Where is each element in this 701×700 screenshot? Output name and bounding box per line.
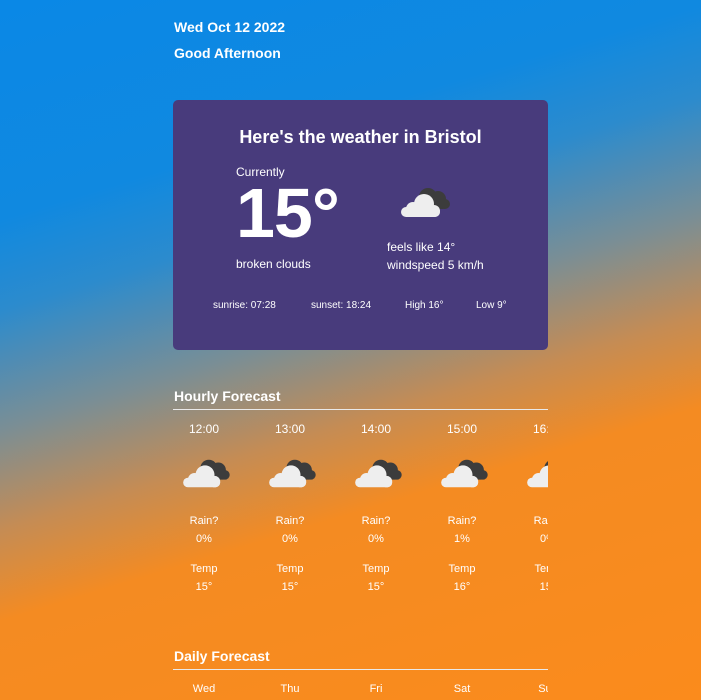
rain-label: Rain? (533, 515, 548, 527)
rain-label: Rain? (275, 515, 305, 527)
hourly-divider (173, 409, 548, 410)
broken-clouds-icon (269, 459, 316, 488)
current-weather-title: Here's the weather in Bristol (239, 127, 482, 147)
temp-value: 15° (539, 581, 548, 593)
daily-forecast-strip[interactable]: Wed Thu Fri Sat Sun (173, 683, 548, 700)
temp-label: Temp (448, 563, 476, 575)
temp-label: Temp (190, 563, 218, 575)
temp-value: 15° (281, 581, 299, 593)
temp-label: Temp (276, 563, 304, 575)
low-temp-label: Low 9° (476, 300, 507, 311)
current-temperature: 15° (236, 174, 340, 252)
daily-item: Fri (369, 683, 383, 695)
temp-value: 15° (195, 581, 213, 593)
broken-clouds-icon (441, 459, 488, 488)
temp-value: 15° (367, 581, 385, 593)
rain-value: 0% (368, 533, 384, 545)
broken-clouds-icon (401, 188, 450, 217)
temp-label: Temp (362, 563, 390, 575)
hour-time: 13:00 (274, 422, 306, 436)
greeting-label: Good Afternoon (174, 45, 281, 61)
high-temp-label: High 16° (405, 300, 444, 311)
rain-label: Rain? (189, 515, 219, 527)
rain-value: 1% (454, 533, 470, 545)
hour-time: 15:00 (446, 422, 478, 436)
daily-item: Sun (538, 683, 548, 695)
rain-label: Rain? (361, 515, 391, 527)
daily-item: Thu (280, 683, 300, 695)
broken-clouds-icon (527, 461, 548, 488)
rain-value: 0% (282, 533, 298, 545)
daily-forecast-title: Daily Forecast (174, 648, 270, 664)
broken-clouds-icon (183, 459, 230, 488)
temp-label: Temp (534, 563, 548, 575)
rain-label: Rain? (447, 515, 477, 527)
rain-value: 0% (196, 533, 212, 545)
weather-description: broken clouds (236, 257, 311, 271)
current-weather-card: Here's the weather in Bristol Currently … (173, 100, 548, 350)
daily-item: Wed (192, 683, 216, 695)
daily-divider (173, 669, 548, 670)
sunrise-label: sunrise: 07:28 (213, 300, 276, 311)
date-label: Wed Oct 12 2022 (174, 19, 286, 35)
hour-time: 14:00 (360, 422, 392, 436)
rain-value: 0% (540, 533, 548, 545)
windspeed-label: windspeed 5 km/h (387, 258, 484, 272)
temp-value: 16° (453, 581, 471, 593)
hourly-forecast-strip[interactable]: 12:00 Rain? 0% Temp 15° 13:00 Rain? 0% T… (173, 422, 548, 602)
hourly-forecast-title: Hourly Forecast (174, 388, 281, 404)
broken-clouds-icon (355, 459, 402, 488)
daily-item: Sat (453, 683, 471, 695)
sunset-label: sunset: 18:24 (311, 300, 372, 311)
feels-like-label: feels like 14° (387, 240, 456, 254)
hour-time: 16:00 (532, 422, 548, 436)
hour-time: 12:00 (188, 422, 220, 436)
